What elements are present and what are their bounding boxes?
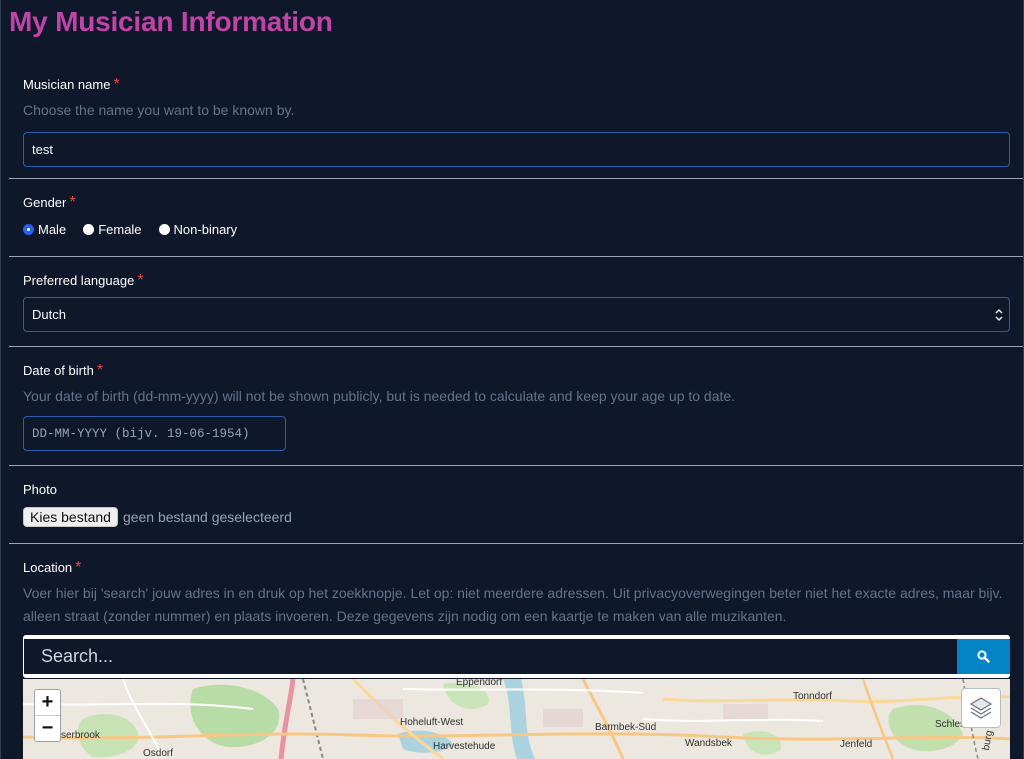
location-section: Location * Voer hier bij 'search' jouw ad… bbox=[9, 559, 1023, 628]
language-label-row: Preferred language * bbox=[23, 272, 1010, 290]
map-layers-button[interactable] bbox=[961, 688, 1001, 728]
photo-section: Photo Kies bestand geen bestand geselect… bbox=[9, 481, 1023, 527]
gender-section: Gender * Male Female Non-binary bbox=[9, 194, 1023, 237]
gender-label: Gender bbox=[23, 195, 67, 210]
map-zoom-control: + − bbox=[34, 689, 61, 742]
gender-option-female[interactable]: Female bbox=[83, 222, 142, 237]
map-label: Wandsbek bbox=[685, 738, 732, 749]
divider bbox=[9, 178, 1023, 179]
dob-section: Date of birth * Your date of birth (dd-mm… bbox=[9, 362, 1023, 451]
musician-name-label-row: Musician name * bbox=[23, 76, 1010, 94]
zoom-in-button[interactable]: + bbox=[35, 690, 60, 715]
gender-option-label: Non-binary bbox=[173, 222, 238, 237]
photo-label: Photo bbox=[23, 482, 57, 497]
layers-icon bbox=[969, 697, 993, 719]
file-status: geen bestand geselecteerd bbox=[122, 509, 292, 525]
map-label: Jenfeld bbox=[840, 739, 873, 750]
required-marker: * bbox=[96, 362, 104, 379]
divider bbox=[9, 346, 1023, 347]
map-label: Hoheluft-West bbox=[400, 717, 464, 728]
dob-help: Your date of birth (dd-mm-yyyy) will not… bbox=[23, 388, 736, 404]
gender-radio-group: Male Female Non-binary bbox=[23, 222, 1010, 237]
required-marker: * bbox=[113, 76, 120, 93]
dob-input[interactable] bbox=[23, 416, 286, 451]
radio-non-binary[interactable] bbox=[158, 224, 170, 235]
gender-option-non-binary[interactable]: Non-binary bbox=[158, 222, 238, 237]
page: My Musician Information Musician name * C… bbox=[0, 0, 1024, 759]
choose-file-button[interactable]: Kies bestand bbox=[23, 507, 118, 527]
dob-label: Date of birth bbox=[23, 363, 94, 378]
dob-label-row: Date of birth * bbox=[23, 362, 1010, 380]
zoom-out-button[interactable]: − bbox=[35, 715, 60, 741]
required-marker: * bbox=[75, 559, 82, 576]
language-selected-value: Dutch bbox=[32, 307, 66, 322]
required-marker: * bbox=[69, 194, 76, 211]
musician-name-section: Musician name * Choose the name you want … bbox=[9, 76, 1023, 167]
required-marker: * bbox=[137, 272, 144, 289]
gender-option-label: Male bbox=[38, 222, 67, 237]
map-search-button[interactable] bbox=[957, 639, 1010, 674]
location-label: Location bbox=[23, 560, 73, 575]
location-help: Voer hier bij 'search' jouw adres in en … bbox=[23, 585, 1003, 624]
map-search-input[interactable] bbox=[24, 639, 958, 674]
language-label: Preferred language bbox=[23, 273, 135, 288]
map-label: Eppendorf bbox=[456, 679, 503, 688]
map-label: serbrook bbox=[61, 730, 100, 741]
radio-male[interactable] bbox=[23, 224, 34, 235]
page-title: My Musician Information bbox=[9, 6, 333, 37]
select-chevron-icon bbox=[995, 308, 1003, 322]
divider bbox=[9, 543, 1023, 544]
gender-option-male[interactable]: Male bbox=[23, 222, 66, 237]
musician-name-help: Choose the name you want to be known by. bbox=[23, 102, 295, 118]
map-label: Harvestehude bbox=[433, 741, 496, 752]
map-label: Tonndorf bbox=[793, 691, 832, 702]
gender-label-row: Gender * bbox=[23, 194, 1010, 212]
musician-name-label: Musician name bbox=[23, 77, 111, 92]
divider bbox=[9, 465, 1023, 466]
radio-female[interactable] bbox=[83, 224, 95, 235]
photo-file-row: Kies bestand geen bestand geselecteerd bbox=[23, 507, 1010, 527]
photo-label-row: Photo bbox=[23, 481, 1010, 499]
gender-option-label: Female bbox=[98, 222, 142, 237]
location-label-row: Location * bbox=[23, 559, 1010, 577]
location-map[interactable]: Eppendorf Tonndorf Hoheluft-West Barmbek… bbox=[23, 679, 1010, 759]
map-search-bar bbox=[23, 635, 1010, 678]
language-section: Preferred language * Dutch bbox=[9, 272, 1023, 332]
language-select[interactable]: Dutch bbox=[23, 297, 1010, 332]
map-label: Barmbek-Süd bbox=[595, 722, 657, 733]
divider bbox=[9, 256, 1023, 257]
musician-name-input[interactable] bbox=[23, 132, 1010, 167]
search-icon bbox=[977, 650, 990, 663]
map-label: Osdorf bbox=[143, 748, 174, 759]
